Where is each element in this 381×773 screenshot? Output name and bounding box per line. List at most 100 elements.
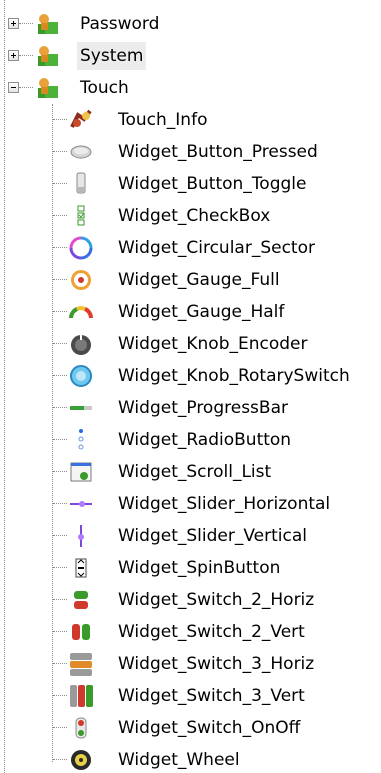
tree-item-widget-slider-horizontal[interactable]: Widget_Slider_Horizontal <box>0 490 381 518</box>
tree-item-widget-button-pressed[interactable]: Widget_Button_Pressed <box>0 138 381 166</box>
tree-connector <box>53 663 67 664</box>
tree-item-label: Widget_Switch_3_Vert <box>118 686 305 706</box>
expand-plus-icon[interactable] <box>8 18 19 29</box>
tree-item-label: Widget_Switch_2_Horiz <box>118 590 315 610</box>
tree-item-label: Widget_Knob_Encoder <box>118 334 308 354</box>
tree-node-touch[interactable]: Touch <box>0 74 381 102</box>
tree-connector <box>53 471 67 472</box>
tree-item-widget-slider-vertical[interactable]: Widget_Slider_Vertical <box>0 522 381 550</box>
tree-item-widget-switch-3-horiz[interactable]: Widget_Switch_3_Horiz <box>0 650 381 678</box>
tree-connector <box>53 759 67 760</box>
tree-item-label: Widget_Switch_3_Horiz <box>118 654 315 674</box>
tree-connector <box>19 23 33 24</box>
switch-2-vert-icon <box>68 619 94 645</box>
tree-item-widget-checkbox[interactable]: Widget_CheckBox <box>0 202 381 230</box>
tree-item-widget-switch-2-horiz[interactable]: Widget_Switch_2_Horiz <box>0 586 381 614</box>
tree-connector <box>53 343 67 344</box>
tree-connector <box>53 215 67 216</box>
tree-item-widget-knob-encoder[interactable]: Widget_Knob_Encoder <box>0 330 381 358</box>
tree-item-widget-spinbutton[interactable]: Widget_SpinButton <box>0 554 381 582</box>
radiobutton-icon <box>68 427 94 453</box>
tree-node-label: Password <box>80 14 160 34</box>
scroll-list-icon <box>68 459 94 485</box>
module-folder-icon <box>36 75 62 101</box>
tree-item-touch-info[interactable]: Touch_Info <box>0 106 381 134</box>
tree-item-label: Widget_Slider_Horizontal <box>118 494 331 514</box>
gauge-half-icon <box>68 299 94 325</box>
tree-connector <box>53 535 67 536</box>
tree-node-label: System <box>77 42 147 70</box>
tree-item-label: Widget_Switch_2_Vert <box>118 622 305 642</box>
tree-item-label: Widget_Gauge_Half <box>118 302 285 322</box>
tree-item-label: Widget_CheckBox <box>118 206 271 226</box>
expand-plus-icon[interactable] <box>8 50 19 61</box>
tree-view[interactable]: Password System Touch Touch_Info Widget_… <box>0 0 381 773</box>
wheel-icon <box>68 747 94 773</box>
tree-item-widget-gauge-half[interactable]: Widget_Gauge_Half <box>0 298 381 326</box>
tree-item-widget-wheel[interactable]: Widget_Wheel <box>0 746 381 773</box>
knob-rotary-icon <box>68 363 94 389</box>
switch-2-horiz-icon <box>68 587 94 613</box>
gauge-full-icon <box>68 267 94 293</box>
checkbox-icon <box>68 203 94 229</box>
tree-item-label: Touch_Info <box>118 110 208 130</box>
tree-connector <box>53 247 67 248</box>
progressbar-icon <box>68 395 94 421</box>
tree-item-label: Widget_Slider_Vertical <box>118 526 307 546</box>
switch-onoff-icon <box>68 715 94 741</box>
switch-3-horiz-icon <box>68 651 94 677</box>
tree-node-password[interactable]: Password <box>0 10 381 38</box>
switch-3-vert-icon <box>68 683 94 709</box>
tree-connector <box>53 599 67 600</box>
tree-connector <box>53 567 67 568</box>
tree-item-widget-circular-sector[interactable]: Widget_Circular_Sector <box>0 234 381 262</box>
tree-node-system[interactable]: System <box>0 42 381 70</box>
knob-encoder-icon <box>68 331 94 357</box>
module-folder-icon <box>36 11 62 37</box>
tree-item-widget-progressbar[interactable]: Widget_ProgressBar <box>0 394 381 422</box>
tree-item-widget-scroll-list[interactable]: Widget_Scroll_List <box>0 458 381 486</box>
tree-item-label: Widget_Switch_OnOff <box>118 718 301 738</box>
tree-item-label: Widget_Circular_Sector <box>118 238 315 258</box>
slider-vertical-icon <box>68 523 94 549</box>
tree-connector <box>53 279 67 280</box>
tree-connector <box>53 695 67 696</box>
tree-item-label: Widget_Knob_RotarySwitch <box>118 366 350 386</box>
tree-item-label: Widget_Wheel <box>118 750 240 770</box>
tree-item-label: Widget_SpinButton <box>118 558 281 578</box>
button-pressed-icon <box>68 139 94 165</box>
tree-connector <box>53 727 67 728</box>
tree-item-widget-button-toggle[interactable]: Widget_Button_Toggle <box>0 170 381 198</box>
tree-connector <box>53 439 67 440</box>
module-folder-icon <box>36 43 62 69</box>
tree-item-widget-switch-onoff[interactable]: Widget_Switch_OnOff <box>0 714 381 742</box>
tree-item-widget-switch-2-vert[interactable]: Widget_Switch_2_Vert <box>0 618 381 646</box>
spinbutton-icon <box>68 555 94 581</box>
tree-item-label: Widget_Gauge_Full <box>118 270 280 290</box>
tree-item-widget-gauge-full[interactable]: Widget_Gauge_Full <box>0 266 381 294</box>
tree-connector <box>19 87 33 88</box>
tree-connector <box>53 311 67 312</box>
touch-info-icon <box>68 107 94 133</box>
tree-connector <box>53 407 67 408</box>
circular-sector-icon <box>68 235 94 261</box>
tree-connector <box>19 55 33 56</box>
button-toggle-icon <box>68 171 94 197</box>
tree-item-label: Widget_Button_Pressed <box>118 142 318 162</box>
tree-item-label: Widget_ProgressBar <box>118 398 288 418</box>
tree-node-label: Touch <box>80 78 129 98</box>
tree-connector <box>53 183 67 184</box>
tree-connector <box>53 375 67 376</box>
tree-connector <box>53 631 67 632</box>
tree-item-widget-switch-3-vert[interactable]: Widget_Switch_3_Vert <box>0 682 381 710</box>
tree-item-label: Widget_RadioButton <box>118 430 292 450</box>
collapse-minus-icon[interactable] <box>8 82 19 93</box>
tree-connector <box>53 503 67 504</box>
tree-connector <box>53 119 67 120</box>
slider-horizontal-icon <box>68 491 94 517</box>
tree-item-widget-knob-rotaryswitch[interactable]: Widget_Knob_RotarySwitch <box>0 362 381 390</box>
tree-item-widget-radiobutton[interactable]: Widget_RadioButton <box>0 426 381 454</box>
tree-item-label: Widget_Scroll_List <box>118 462 272 482</box>
tree-item-label: Widget_Button_Toggle <box>118 174 307 194</box>
tree-connector <box>53 151 67 152</box>
